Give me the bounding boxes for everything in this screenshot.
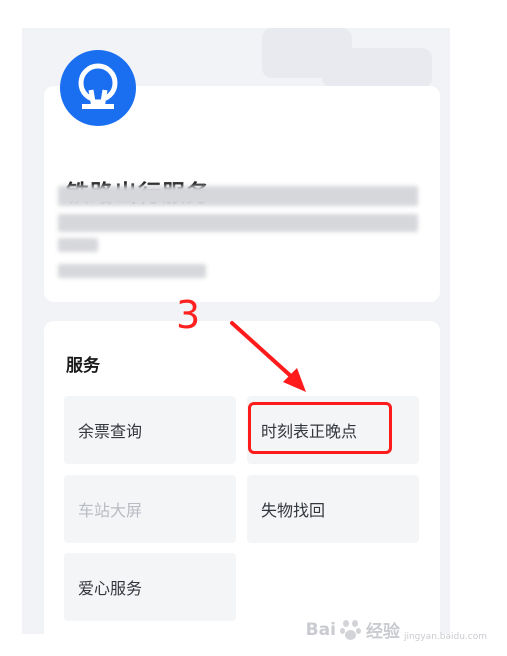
watermark-suffix: 经验 (365, 622, 400, 642)
watermark-brand: Bai (305, 619, 336, 640)
railway-logo-icon (60, 50, 136, 126)
watermark-site: jingyan.baidu.com (403, 631, 487, 642)
baidu-paw-icon (339, 619, 362, 641)
annotation-highlight-box (248, 402, 392, 454)
watermark: Bai 经验 jingyan.baidu.com (306, 617, 487, 642)
